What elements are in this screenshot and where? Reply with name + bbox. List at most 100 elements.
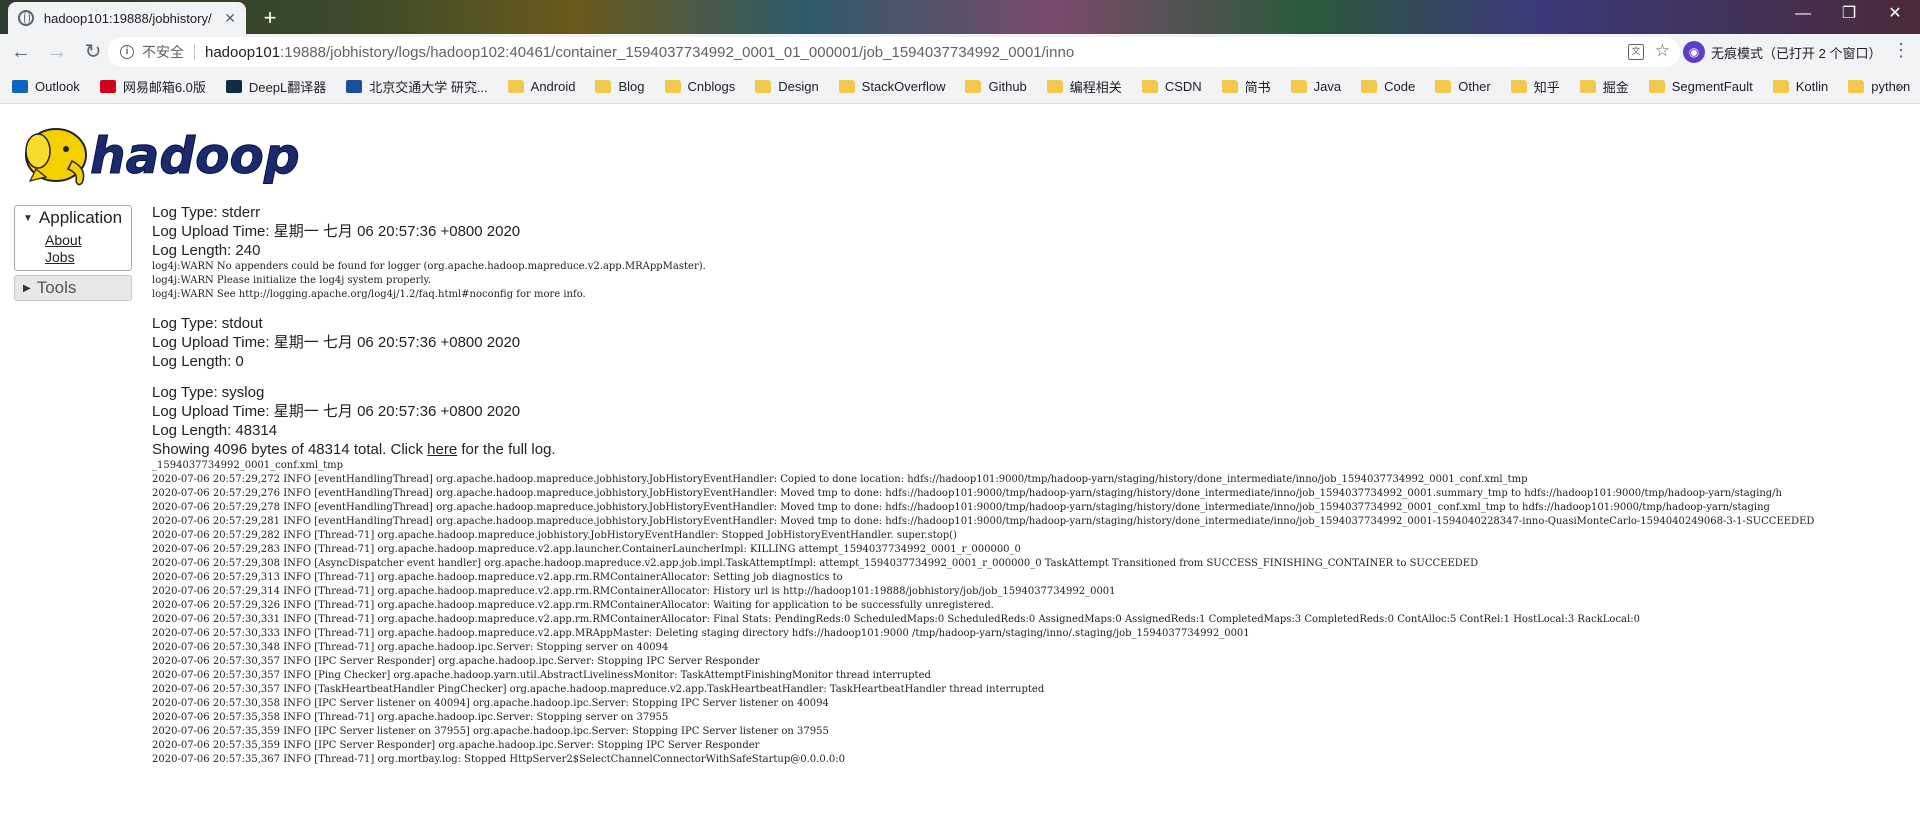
triangle-right-icon: ▶ bbox=[23, 282, 31, 294]
bookmark-label: Android bbox=[530, 79, 576, 94]
svg-text:hadoop: hadoop bbox=[90, 127, 300, 185]
bookmark-label: SegmentFault bbox=[1671, 79, 1753, 94]
bookmark-label: 编程相关 bbox=[1069, 80, 1122, 95]
log-line: 2020-07-06 20:57:30,348 INFO [Thread-71]… bbox=[152, 642, 669, 653]
bookmark-item[interactable]: 北京交通大学 研究... bbox=[346, 77, 488, 96]
new-tab-button[interactable]: + bbox=[256, 4, 284, 32]
bookmark-item[interactable]: 知乎 bbox=[1510, 77, 1560, 96]
bookmark-item[interactable]: Other bbox=[1435, 79, 1491, 94]
log-line: 2020-07-06 20:57:30,357 INFO [IPC Server… bbox=[152, 656, 760, 667]
forward-button[interactable]: → bbox=[42, 37, 72, 67]
page-content: hadoop ▼ Application About Jobs ▶ Tools … bbox=[0, 105, 1920, 830]
bookmark-item[interactable]: Cnblogs bbox=[664, 79, 735, 94]
info-icon[interactable]: i bbox=[120, 45, 134, 59]
log-line: 2020-07-06 20:57:30,358 INFO [IPC Server… bbox=[152, 698, 829, 709]
showing-bytes-note: Showing 4096 bytes of 48314 total. Click… bbox=[152, 440, 1920, 459]
translate-icon[interactable]: 文 bbox=[1628, 44, 1644, 60]
bookmark-label: DeepL翻译器 bbox=[248, 80, 327, 95]
full-log-link[interactable]: here bbox=[427, 441, 457, 458]
url-host: hadoop101 bbox=[205, 43, 281, 61]
log-type: Log Type: stdout bbox=[152, 315, 263, 332]
bookmark-label: StackOverflow bbox=[861, 79, 946, 94]
log-upload-time: Log Upload Time: 星期一 七月 06 20:57:36 +080… bbox=[152, 223, 521, 240]
bookmark-label: Kotlin bbox=[1795, 79, 1829, 94]
more-bookmarks-icon[interactable]: » bbox=[1896, 78, 1904, 94]
tools-label: Tools bbox=[36, 278, 77, 297]
menu-icon[interactable]: ⋮ bbox=[1892, 40, 1910, 61]
syslog-block: Log Type: syslog Log Upload Time: 星期一 七月… bbox=[152, 383, 1920, 767]
bookmark-item[interactable]: Outlook bbox=[12, 79, 80, 94]
folder-icon bbox=[1848, 80, 1865, 93]
close-tab-icon[interactable]: ✕ bbox=[224, 10, 236, 27]
log-text: log4j:WARN No appenders could be found f… bbox=[152, 260, 1920, 302]
bookmark-item[interactable]: Java bbox=[1290, 79, 1342, 94]
bookmark-item[interactable]: CSDN bbox=[1141, 79, 1202, 94]
incognito-indicator[interactable]: ◉ 无痕模式（已打开 2 个窗口） bbox=[1680, 37, 1881, 67]
log-line: 2020-07-06 20:57:29,283 INFO [Thread-71]… bbox=[152, 544, 1021, 555]
bookmark-item[interactable]: Android bbox=[507, 79, 576, 94]
browser-tab[interactable]: hadoop101:19888/jobhistory/ ✕ bbox=[8, 2, 246, 34]
bookmark-star-icon[interactable]: ☆ bbox=[1655, 41, 1670, 61]
bookmark-item[interactable]: Design bbox=[755, 79, 819, 94]
address-bar[interactable]: i 不安全 hadoop101:19888/jobhistory/logs/ha… bbox=[108, 37, 1680, 67]
browser-toolbar: ← → ↻ i 不安全 hadoop101:19888/jobhistory/l… bbox=[0, 34, 1920, 70]
security-label: 不安全 bbox=[142, 44, 184, 60]
folder-icon bbox=[965, 80, 982, 93]
log-type: Log Type: stderr bbox=[152, 204, 261, 221]
log-line: 2020-07-06 20:57:29,326 INFO [Thread-71]… bbox=[152, 600, 994, 611]
folder-icon bbox=[1361, 80, 1378, 93]
hadoop-logo: hadoop bbox=[25, 127, 300, 186]
stdout-block: Log Type: stdout Log Upload Time: 星期一 七月… bbox=[152, 314, 1920, 371]
bookmark-label: CSDN bbox=[1164, 79, 1202, 94]
bookmarks-bar: Outlook 网易邮箱6.0版 DeepL翻译器 北京交通大学 研究... Andro… bbox=[0, 70, 1920, 104]
bookmark-label: Github bbox=[988, 79, 1027, 94]
minimize-button[interactable]: — bbox=[1780, 0, 1826, 30]
about-link[interactable]: About bbox=[45, 232, 131, 249]
tools-header[interactable]: ▶ Tools bbox=[15, 276, 131, 300]
folder-icon bbox=[755, 80, 772, 93]
log-line: 2020-07-06 20:57:30,333 INFO [Thread-71]… bbox=[152, 628, 1250, 639]
bookmark-label: 网易邮箱6.0版 bbox=[122, 80, 206, 95]
log-line: 2020-07-06 20:57:29,282 INFO [Thread-71]… bbox=[152, 530, 957, 541]
divider bbox=[194, 44, 195, 60]
outlook-icon bbox=[12, 80, 28, 93]
log-line: _1594037734992_0001_conf.xml_tmp bbox=[152, 460, 343, 471]
bookmark-item[interactable]: 编程相关 bbox=[1046, 77, 1122, 96]
bookmark-label: 简书 bbox=[1244, 80, 1271, 95]
reload-button[interactable]: ↻ bbox=[78, 37, 108, 67]
log-line: log4j:WARN See http://logging.apache.org… bbox=[152, 289, 586, 300]
application-section: ▼ Application About Jobs bbox=[14, 205, 132, 271]
folder-icon bbox=[1221, 80, 1238, 93]
log-line: 2020-07-06 20:57:29,308 INFO [AsyncDispa… bbox=[152, 558, 1479, 569]
log-length: Log Length: 0 bbox=[152, 353, 244, 370]
bookmark-item[interactable]: Kotlin bbox=[1772, 79, 1829, 94]
bookmark-item[interactable]: 简书 bbox=[1221, 77, 1271, 96]
jobs-link[interactable]: Jobs bbox=[45, 249, 131, 266]
bookmark-item[interactable]: 掘金 bbox=[1579, 77, 1629, 96]
bookmark-item[interactable]: SegmentFault bbox=[1648, 79, 1753, 94]
close-window-button[interactable]: ✕ bbox=[1872, 0, 1918, 30]
back-button[interactable]: ← bbox=[6, 37, 36, 67]
showing-suffix: for the full log. bbox=[457, 441, 556, 458]
bookmark-label: Java bbox=[1313, 79, 1342, 94]
log-line: log4j:WARN No appenders could be found f… bbox=[152, 261, 706, 272]
folder-icon bbox=[838, 80, 855, 93]
application-header[interactable]: ▼ Application bbox=[15, 206, 131, 230]
bookmark-label: 北京交通大学 研究... bbox=[369, 80, 488, 95]
bookmark-label: 掘金 bbox=[1602, 80, 1629, 95]
folder-icon bbox=[1141, 80, 1158, 93]
bookmark-item[interactable]: Blog bbox=[595, 79, 645, 94]
folder-icon bbox=[1435, 80, 1452, 93]
bookmark-item[interactable]: Github bbox=[965, 79, 1027, 94]
log-line: 2020-07-06 20:57:29,278 INFO [eventHandl… bbox=[152, 502, 1770, 513]
bookmark-item[interactable]: 网易邮箱6.0版 bbox=[99, 77, 206, 96]
bookmark-item[interactable]: Code bbox=[1361, 79, 1415, 94]
bookmark-label: Design bbox=[778, 79, 819, 94]
log-line: 2020-07-06 20:57:30,357 INFO [Ping Check… bbox=[152, 670, 931, 681]
folder-icon bbox=[595, 80, 612, 93]
application-label: Application bbox=[38, 208, 123, 227]
bookmark-label: 知乎 bbox=[1533, 80, 1560, 95]
maximize-button[interactable]: ❐ bbox=[1826, 0, 1872, 30]
bookmark-item[interactable]: DeepL翻译器 bbox=[225, 77, 327, 96]
bookmark-item[interactable]: StackOverflow bbox=[838, 79, 946, 94]
